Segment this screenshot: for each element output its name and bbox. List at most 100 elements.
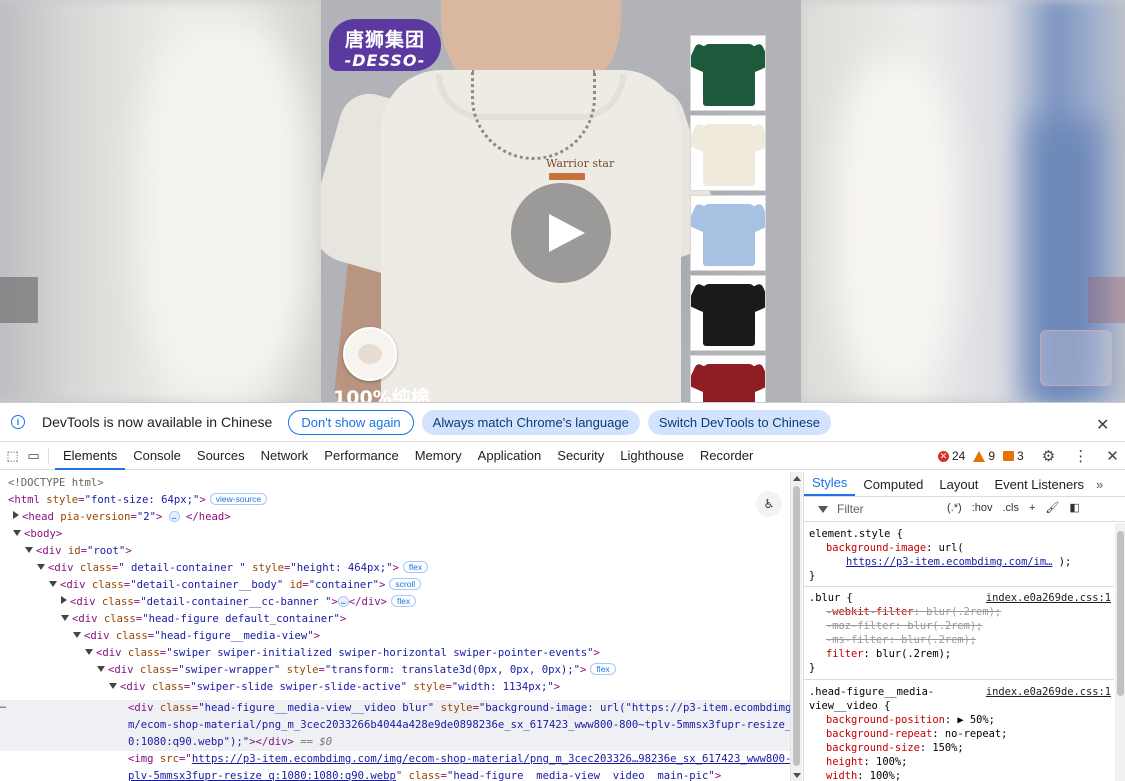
dom-line-head[interactable]: <head pia-version="2"> … </head> [13,509,231,526]
swiper-prev-button[interactable] [0,277,38,323]
styles-pane: Styles Computed Layout Event Listeners »… [803,472,1125,781]
inspect-element-icon[interactable]: ⬚ [4,447,21,464]
flex-badge[interactable]: flex [391,595,417,607]
image-src-link[interactable]: plv-5mmsx3fupr-resize_q:1080:1080:q90.we… [128,770,396,781]
dom-line-detail-container[interactable]: <div class=" detail-container " style="h… [37,560,429,577]
tab-lighthouse[interactable]: Lighthouse [612,442,692,470]
view-source-badge[interactable]: view-source [209,493,268,505]
tab-elements[interactable]: Elements [55,442,126,470]
expand-triangle-icon[interactable] [13,511,19,519]
more-options-icon[interactable]: ⋮ [1073,447,1088,465]
paint-brush-icon[interactable]: 🖌 [1045,501,1059,514]
dom-line-swiper[interactable]: <div class="swiper swiper-initialized sw… [85,645,600,662]
rule-element-style[interactable]: element.style { background-image: url( h… [809,527,1114,583]
node-actions-icon[interactable]: … [0,700,6,711]
info-count: 3 [1017,449,1024,463]
dom-line-cc-banner[interactable]: <div class="detail-container__cc-banner … [61,594,417,611]
dom-line-html[interactable]: <html style="font-size: 64px;"> view-sour… [8,492,268,509]
tab-security[interactable]: Security [549,442,612,470]
product-main-image[interactable]: Warrior star 唐狮集团 -DESSO- 100%纯棉 [321,0,801,402]
collapse-triangle-icon[interactable] [97,666,105,672]
issue-counters[interactable]: ✕ 24 9 3 ⚙ ⋮ ✕ [938,442,1119,470]
switch-to-chinese-button[interactable]: Switch DevTools to Chinese [647,409,831,435]
dom-line-body[interactable]: <body> [13,526,62,543]
scroll-badge[interactable]: scroll [389,578,422,590]
hov-toggle[interactable]: :hov [972,502,993,514]
tab-sources[interactable]: Sources [189,442,253,470]
tee-icon [703,44,755,106]
rule-blur[interactable]: .blur {index.e0a269de.css:1 -webkit-filt… [809,591,1114,675]
tab-memory[interactable]: Memory [407,442,470,470]
scrollbar-thumb[interactable] [793,486,800,766]
dom-line-main-pic-cont[interactable]: plv-5mmsx3fupr-resize_q:1080:1080:q90.we… [128,768,721,781]
tab-styles[interactable]: Styles [804,475,856,496]
color-swatch-cream[interactable] [690,115,766,191]
video-play-button[interactable] [511,183,611,283]
collapse-triangle-icon[interactable] [25,547,33,553]
color-swatch-black[interactable] [690,275,766,351]
flex-badge[interactable]: flex [402,561,429,573]
settings-gear-icon[interactable]: ⚙ [1042,447,1055,465]
regex-toggle-icon[interactable]: (.*) [947,502,962,514]
stylesheet-link[interactable]: index.e0a269de.css:1 [986,685,1111,699]
device-toolbar-icon[interactable]: ▭ [25,447,42,464]
always-match-language-button[interactable]: Always match Chrome's language [421,409,640,435]
scroll-down-arrow-icon[interactable] [793,773,801,778]
rule-head-figure-video[interactable]: .head-figure__media-index.e0a269de.css:1… [809,685,1114,781]
background-url-link[interactable]: https://p3-item.ecombdimg.com/im… [846,556,1052,568]
floating-card[interactable] [1040,330,1112,386]
color-swatch-green[interactable] [690,35,766,111]
more-tabs-icon[interactable]: » [1096,477,1103,496]
dom-line-main-pic[interactable]: <img src="https://p3-item.ecombdimg.com/… [128,751,790,768]
elements-scrollbar[interactable] [790,472,802,781]
tab-event-listeners[interactable]: Event Listeners [986,477,1092,496]
accessibility-tree-icon[interactable]: ♿ [756,491,782,517]
tab-application[interactable]: Application [470,442,550,470]
swiper-next-button[interactable] [1088,277,1125,323]
collapse-triangle-icon[interactable] [37,564,45,570]
dom-line-swiper-slide[interactable]: <div class="swiper-slide swiper-slide-ac… [109,679,560,696]
dom-line-video-div[interactable]: <div class="head-figure__media-view__vid… [128,700,790,717]
collapse-triangle-icon[interactable] [61,615,69,621]
image-src-link[interactable]: https://p3-item.ecombdimg.com/img/ecom-s… [192,753,790,765]
color-swatch-blue[interactable] [690,195,766,271]
tab-network[interactable]: Network [253,442,317,470]
tab-computed[interactable]: Computed [855,477,931,496]
styles-filter-tools: (.*) :hov .cls + 🖌 ◧ [947,501,1080,515]
dom-line-swiper-wrapper[interactable]: <div class="swiper-wrapper" style="trans… [97,662,616,679]
dom-line-root[interactable]: <div id="root"> [25,543,132,560]
dom-line-head-figure[interactable]: <div class="head-figure default_containe… [61,611,346,628]
tab-console[interactable]: Console [125,442,189,470]
collapse-triangle-icon[interactable] [109,683,117,689]
language-infobar: i DevTools is now available in Chinese D… [0,403,1125,442]
cls-toggle[interactable]: .cls [1002,502,1019,514]
dom-line-media-view[interactable]: <div class="head-figure__media-view"> [73,628,320,645]
collapse-triangle-icon[interactable] [49,581,57,587]
dom-line-detail-body[interactable]: <div class="detail-container__body" id="… [49,577,422,594]
expand-triangle-icon[interactable] [61,596,67,604]
collapse-triangle-icon[interactable] [13,530,21,536]
add-rule-icon[interactable]: + [1029,502,1035,514]
dont-show-again-button[interactable]: Don't show again [288,409,414,435]
collapsed-children-icon[interactable]: … [337,596,349,607]
color-swatch-red[interactable] [690,355,766,402]
styles-filter-input[interactable]: Filter [837,502,864,516]
scrollbar-thumb[interactable] [1117,531,1124,696]
elements-tree[interactable]: … <!DOCTYPE html> <html style="font-size… [0,472,790,781]
tab-performance[interactable]: Performance [316,442,406,470]
collapse-triangle-icon[interactable] [73,632,81,638]
collapse-triangle-icon[interactable] [85,649,93,655]
styles-scrollbar[interactable] [1115,523,1125,781]
toggle-sidebar-icon[interactable]: ◧ [1069,501,1079,514]
close-icon[interactable]: ✕ [1096,415,1109,435]
dom-line-doctype[interactable]: <!DOCTYPE html> [8,475,104,492]
tab-recorder[interactable]: Recorder [692,442,761,470]
dom-line-video-div-cont[interactable]: m/ecom-shop-material/png_m_3cec2033266b4… [128,717,790,734]
tab-layout[interactable]: Layout [931,477,986,496]
flex-badge[interactable]: flex [590,663,616,675]
dom-line-video-div-end[interactable]: 0:1080:q90.webp");"></div> == $0 [128,734,332,751]
collapsed-children-icon[interactable]: … [168,511,180,522]
stylesheet-link[interactable]: index.e0a269de.css:1 [986,591,1111,605]
close-devtools-icon[interactable]: ✕ [1106,447,1119,465]
scroll-up-arrow-icon[interactable] [793,476,801,481]
